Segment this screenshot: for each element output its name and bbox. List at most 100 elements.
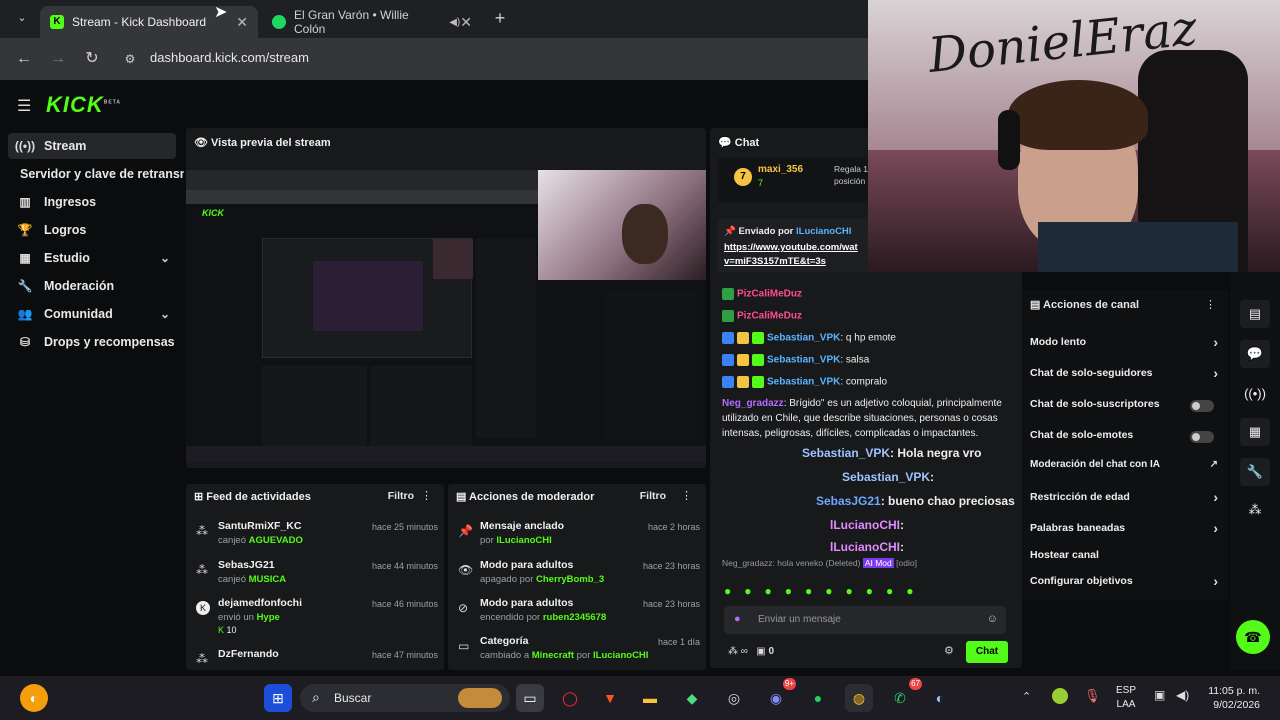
brave-icon[interactable]: ▼ — [596, 684, 624, 712]
mod-filter-button[interactable]: Filtro — [640, 490, 666, 502]
network-icon[interactable]: ▣ — [1154, 688, 1165, 702]
steam-icon[interactable]: ◐ — [926, 684, 954, 712]
taskbar-search[interactable]: ⌕ Buscar — [300, 684, 510, 712]
discord-icon[interactable]: ◉ 9+ — [762, 678, 796, 712]
sidebar-item-moderacion[interactable]: 🔧 Moderación — [8, 273, 176, 299]
forward-icon[interactable]: → — [46, 48, 70, 70]
menu-icon[interactable]: ☰ — [17, 96, 31, 116]
file-explorer-icon[interactable]: ▬ — [636, 684, 664, 712]
gift-text-2: posición 2 — [834, 176, 873, 186]
app-icon[interactable]: ◆ — [678, 684, 706, 712]
feed-user[interactable]: DzFernando — [218, 648, 279, 660]
feed-time: hace 44 minutos — [371, 561, 438, 571]
emoji-icon[interactable]: ☺ — [987, 613, 998, 625]
feed-filter-button[interactable]: Filtro — [388, 490, 414, 502]
chrome-icon[interactable]: ◍ — [845, 684, 873, 712]
top-user[interactable]: maxi_356 — [758, 164, 803, 175]
sidebar-item-comunidad[interactable]: 👥 Comunidad ⌄ — [8, 301, 176, 327]
whatsapp-icon[interactable]: ✆ 67 — [886, 678, 922, 712]
action-hostear-canal[interactable]: Hostear canal — [1030, 549, 1220, 569]
spotify-icon[interactable]: ● — [804, 684, 832, 712]
action-solo-seguidores[interactable]: Chat de solo-seguidores › — [1030, 365, 1220, 387]
url-field[interactable]: dashboard.kick.com/stream — [150, 50, 309, 65]
task-view-icon[interactable]: ▭ — [516, 684, 544, 712]
mic-icon[interactable]: 🎙 — [1084, 688, 1101, 704]
action-restriccion-edad[interactable]: Restricción de edad › — [1030, 489, 1220, 511]
stream-preview-video[interactable]: KICK — [186, 170, 706, 462]
obs-icon[interactable]: ◎ — [720, 684, 748, 712]
opera-icon[interactable]: ◯ — [556, 684, 584, 712]
sidebar-item-ingresos[interactable]: ▥ Ingresos — [8, 189, 176, 215]
notes-icon[interactable]: ▤ — [1240, 300, 1270, 328]
more-options-icon[interactable]: ⋮ — [421, 489, 432, 502]
broadcast-icon[interactable]: ((•)) — [1240, 380, 1270, 408]
mod-sub: encendido por ruben2345678 — [480, 612, 607, 623]
new-tab-icon[interactable]: + — [488, 7, 512, 29]
panel-title: 💬 Chat — [718, 137, 760, 149]
feed-time: hace 47 minutos — [371, 650, 438, 660]
chat-input[interactable]: ● Enviar un mensaje ☺ — [724, 606, 1006, 634]
emote-bar[interactable]: ●●●●●●●●●● — [724, 584, 1010, 600]
sidebar-item-logros[interactable]: 🏆 Logros — [8, 217, 176, 243]
action-configurar-objetivos[interactable]: Configurar objetivos › — [1030, 573, 1220, 595]
browser-tab-bar: ⌄ K Stream - Kick Dashboard ✕ El Gran Va… — [0, 0, 868, 38]
settings-icon[interactable]: ⚙ — [944, 644, 954, 657]
tab-search-icon[interactable]: ⌄ — [10, 7, 34, 29]
volume-icon[interactable]: ◀) — [1176, 688, 1189, 702]
kick-logo[interactable]: KICKBETA — [46, 92, 121, 118]
clock[interactable]: 11:05 p. m. 9/02/2026 — [1202, 684, 1260, 712]
spotify-favicon-icon — [272, 15, 286, 29]
sidebar: ((•)) Stream Servidor y clave de retransm… — [0, 126, 184, 676]
action-palabras-baneadas[interactable]: Palabras baneadas › — [1030, 520, 1220, 542]
more-options-icon[interactable]: ⋮ — [1205, 298, 1216, 311]
tray-app-icon[interactable] — [1052, 688, 1068, 704]
redeem-icon[interactable]: ⁂ — [1240, 496, 1270, 524]
feed-sub: canjeó AGUEVADO — [218, 535, 303, 546]
headset — [998, 110, 1020, 170]
sidebar-item-stream[interactable]: ((•)) Stream — [8, 133, 176, 159]
wrench-icon[interactable]: 🔧 — [1240, 458, 1270, 486]
pinned-link[interactable]: https://www.youtube.com/wat — [724, 242, 858, 253]
badge-icon — [722, 332, 734, 344]
nested-person — [622, 204, 668, 264]
action-solo-emotes[interactable]: Chat de solo-emotes — [1030, 429, 1220, 449]
windows-start-icon[interactable]: ⊞ — [264, 684, 292, 712]
nested-taskbar — [186, 446, 706, 462]
language-indicator[interactable]: ESP LAA — [1116, 684, 1136, 712]
eye-icon: 👁 — [458, 563, 474, 577]
weather-icon[interactable]: ◐ — [20, 684, 48, 712]
sidebar-item-drops[interactable]: ⛁ Drops y recompensas — [8, 329, 176, 355]
action-moderacion-ia[interactable]: Moderación del chat con IA ↗ — [1030, 459, 1220, 479]
sidebar-item-stream-key[interactable]: Servidor y clave de retransmisión — [20, 161, 184, 187]
mod-actions-panel: ▤ Acciones de moderador Filtro ⋮ 📌 Mensaj… — [448, 484, 706, 670]
chat-send-button[interactable]: Chat — [966, 641, 1008, 663]
toggle-switch[interactable] — [1190, 400, 1214, 412]
layout-icon[interactable]: ▦ — [1240, 418, 1270, 446]
site-info-icon[interactable]: ⚙ — [118, 48, 142, 70]
speaker-icon[interactable]: ◀) — [449, 17, 460, 28]
sidebar-item-label: Drops y recompensas — [44, 335, 175, 349]
action-solo-suscriptores[interactable]: Chat de solo-suscriptores — [1030, 398, 1220, 418]
close-tab-icon[interactable]: ✕ — [236, 14, 248, 31]
feed-user[interactable]: dejamedfonfochi — [218, 597, 302, 609]
pinned-link-2[interactable]: v=miF3S157mTE&t=3s — [724, 256, 826, 267]
nested-webcam — [433, 239, 473, 279]
close-tab-icon[interactable]: ✕ — [460, 14, 472, 31]
overlay-message: Sebastian_VPK: Hola negra vro — [802, 446, 982, 460]
sidebar-item-estudio[interactable]: ▦ Estudio ⌄ — [8, 245, 176, 271]
feed-user[interactable]: SebasJG21 — [218, 559, 275, 571]
nested-modactions — [370, 366, 472, 446]
feed-user[interactable]: SantuRmiXF_KC — [218, 520, 301, 532]
windows-taskbar: ◐ ⊞ ⌕ Buscar ▭ ◯ ▼ ▬ ◆ ◎ ◉ 9+ ● ◍ ✆ 67 ◐ ⌃… — [0, 676, 1280, 720]
reload-icon[interactable]: ↻ — [80, 48, 104, 70]
toggle-switch[interactable] — [1190, 431, 1214, 443]
back-icon[interactable]: ← — [12, 48, 36, 70]
action-modo-lento[interactable]: Modo lento › — [1030, 334, 1220, 356]
support-button[interactable]: ☎ — [1236, 620, 1270, 654]
tray-chevron-icon[interactable]: ⌃ — [1022, 690, 1031, 703]
tab-spotify[interactable]: El Gran Varón • Willie Colón ◀) ✕ — [262, 6, 482, 38]
chat-icon[interactable]: 💬 — [1240, 340, 1270, 368]
more-options-icon[interactable]: ⋮ — [681, 489, 692, 502]
chat-points[interactable]: ⁂ ∞ ▣ 0 — [728, 646, 774, 657]
chat-message: Neg_gradazz: Brígido" es un adjetivo col… — [722, 398, 1002, 409]
